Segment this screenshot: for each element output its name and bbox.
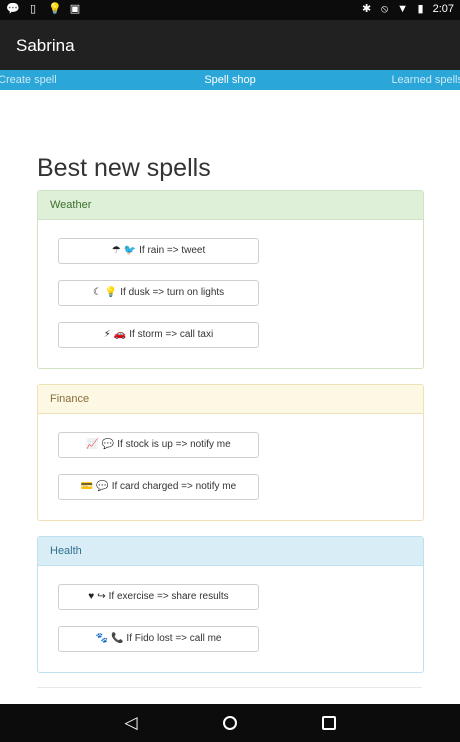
status-time: 2:07 (432, 3, 454, 15)
bluetooth-icon: ✱ (361, 3, 372, 15)
battery-icon: ▮ (417, 3, 424, 15)
twitter-icon: 🐦 (123, 245, 137, 256)
bulb-icon: 💡 (104, 287, 118, 298)
phone-outline-icon: ▯ (29, 3, 37, 15)
credit-card-icon: 💳 (80, 481, 94, 492)
wifi-icon: ▼ (397, 3, 409, 15)
spell-label: If card charged => notify me (111, 481, 237, 492)
main-content: Best new spells Weather ☂ 🐦 If rain => twe… (0, 90, 460, 704)
recents-icon[interactable] (317, 712, 341, 734)
paw-icon: 🐾 (95, 633, 108, 644)
divider (37, 687, 422, 688)
speech-bubble-icon: 💬 (101, 439, 115, 450)
panel-title: Health (38, 537, 423, 566)
page-title: Best new spells (37, 154, 211, 182)
spell-label: If exercise => share results (108, 591, 229, 602)
speech-bubble-icon: 💬 (96, 481, 109, 492)
heartbeat-icon: ♥ (88, 591, 95, 602)
app-bar: Sabrina (0, 20, 460, 70)
home-icon[interactable] (218, 712, 242, 734)
back-icon[interactable]: ◁ (119, 712, 143, 734)
bulb-icon: 💡 (48, 3, 62, 15)
navigation-bar: ◁ (0, 704, 460, 742)
lightning-icon: ⚡ (103, 329, 111, 340)
blocked-icon: ⦸ (380, 3, 389, 15)
status-bar: 💬 ▯ 💡 ▣ ✱ ⦸ ▼ ▮ 2:07 (0, 0, 460, 20)
tab-bar: Create spell Spell shop Learned spells (0, 70, 460, 90)
umbrella-icon: ☂ (111, 245, 121, 256)
spell-button[interactable]: ♥ ↪ If exercise => share results (58, 584, 259, 610)
spell-button[interactable]: 📈 💬 If stock is up => notify me (58, 432, 259, 458)
spell-button[interactable]: 💳 💬 If card charged => notify me (58, 474, 259, 500)
phone-icon: 📞 (110, 633, 124, 644)
finance-panel: Finance 📈 💬 If stock is up => notify me 💳 💬… (37, 384, 424, 521)
spell-button[interactable]: ☂ 🐦 If rain => tweet (58, 238, 259, 264)
panel-title: Finance (38, 385, 423, 414)
chat-icon: 💬 (6, 3, 20, 15)
spell-button[interactable]: ☾ 💡 If dusk => turn on lights (58, 280, 259, 306)
line-chart-icon: 📈 (86, 439, 99, 450)
app-title: Sabrina (16, 36, 75, 55)
moon-icon: ☾ (92, 287, 102, 298)
car-icon: 🚗 (113, 329, 127, 340)
spell-label: If Fido lost => call me (126, 633, 222, 644)
image-icon: ▣ (69, 3, 81, 15)
health-panel: Health ♥ ↪ If exercise => share results 🐾 📞… (37, 536, 424, 673)
spell-label: If stock is up => notify me (117, 439, 231, 450)
weather-panel: Weather ☂ 🐦 If rain => tweet ☾ 💡 If dusk => … (37, 190, 424, 369)
spell-label: If rain => tweet (139, 245, 206, 256)
spell-button[interactable]: ⚡ 🚗 If storm => call taxi (58, 322, 259, 348)
spell-label: If storm => call taxi (129, 329, 214, 340)
spell-button[interactable]: 🐾 📞 If Fido lost => call me (58, 626, 259, 652)
tab-learned-spells[interactable]: Learned spells (391, 74, 460, 86)
panel-title: Weather (38, 191, 423, 220)
share-icon: ↪ (97, 591, 106, 602)
spell-label: If dusk => turn on lights (120, 287, 225, 298)
